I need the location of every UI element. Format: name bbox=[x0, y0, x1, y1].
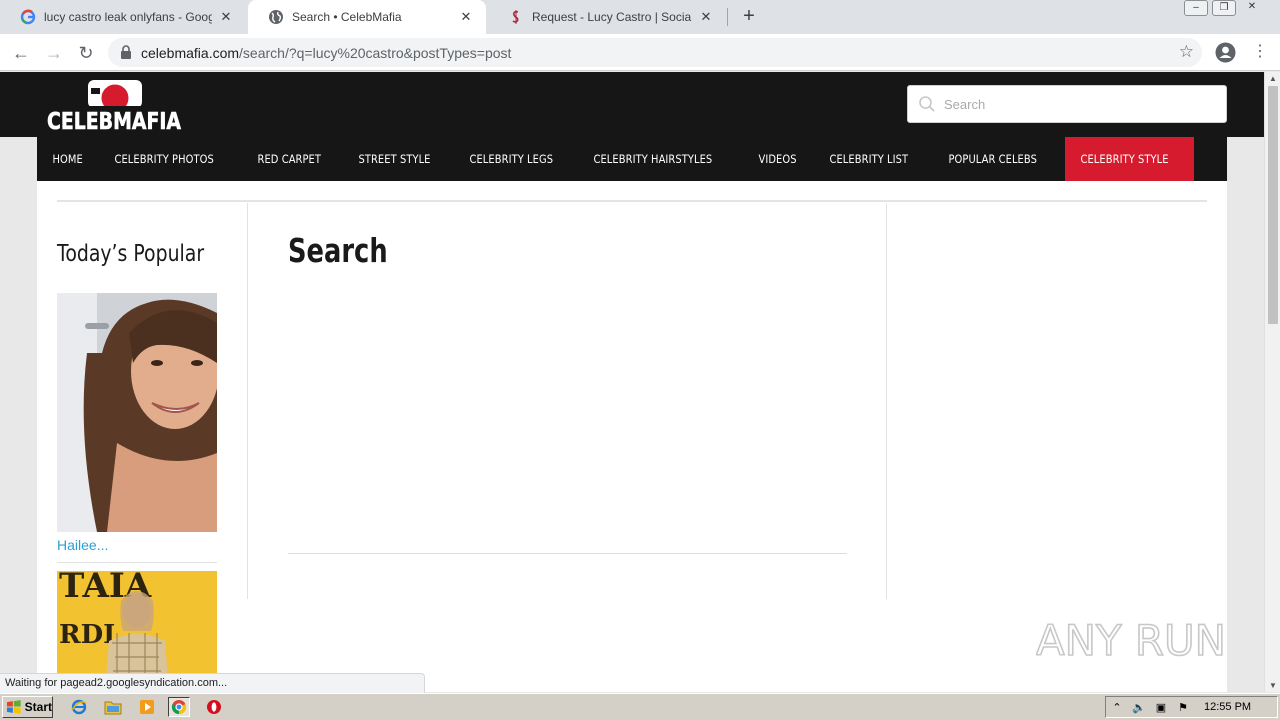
explorer-folder-icon[interactable] bbox=[102, 697, 124, 717]
back-arrow-icon[interactable]: ← bbox=[9, 41, 33, 65]
nav-street-style[interactable]: STREET STYLE bbox=[343, 137, 447, 181]
window-controls: – ❐ ✕ bbox=[1180, 0, 1264, 18]
start-button[interactable]: Start bbox=[2, 696, 53, 718]
minimize-icon[interactable]: – bbox=[1184, 0, 1208, 16]
action-center-flag-icon[interactable]: ⚑ bbox=[1172, 698, 1194, 716]
start-label: Start bbox=[24, 700, 52, 714]
url-path: /search/?q=lucy%20castro&postTypes=post bbox=[239, 45, 512, 61]
address-bar[interactable]: celebmafia.com/search/?q=lucy%20castro&p… bbox=[108, 38, 1202, 67]
reload-icon[interactable]: ↻ bbox=[74, 41, 98, 65]
nav-celebrity-style[interactable]: CELEBRITY STYLE bbox=[1064, 137, 1195, 181]
tab-celebmafia-search[interactable]: Search • CelebMafia ✕ bbox=[248, 0, 486, 34]
tab-google-search[interactable]: lucy castro leak onlyfans - Google Se ✕ bbox=[0, 0, 246, 34]
site-search-box bbox=[907, 85, 1227, 123]
popular-caption-link[interactable]: Hailee... bbox=[57, 537, 108, 553]
nav-celebrity-hairstyles[interactable]: CELEBRITY HAIRSTYLES bbox=[578, 137, 729, 181]
system-tray: ⌃ 🔈 ▣ ⚑ 12:55 PM bbox=[1105, 696, 1278, 718]
tray-expand-icon[interactable]: ⌃ bbox=[1106, 698, 1128, 716]
logo-text: CELEBMAFIA bbox=[47, 109, 181, 135]
sidebar-title: Today’s Popular bbox=[57, 241, 205, 267]
browser-tabstrip: lucy castro leak onlyfans - Google Se ✕ … bbox=[0, 0, 1280, 34]
nav-celebrity-list[interactable]: CELEBRITY LIST bbox=[814, 137, 924, 181]
forward-arrow-icon[interactable]: → bbox=[42, 41, 66, 65]
popular-thumbnail[interactable] bbox=[57, 293, 217, 532]
nav-celebrity-photos[interactable]: CELEBRITY PHOTOS bbox=[99, 137, 230, 181]
watermark-text: ANY RUN bbox=[1036, 616, 1226, 665]
url-host: celebmafia.com bbox=[141, 45, 240, 61]
site-header: CELEBMAFIA bbox=[0, 72, 1264, 137]
anyrun-watermark: ANY RUN bbox=[1036, 615, 1227, 666]
nav-videos[interactable]: VIDEOS bbox=[743, 137, 813, 181]
close-tab-icon[interactable]: ✕ bbox=[458, 9, 474, 25]
browser-toolbar: ← → ↻ celebmafia.com/search/?q=lucy%20ca… bbox=[0, 34, 1280, 71]
nav-popular-celebs[interactable]: POPULAR CELEBS bbox=[933, 137, 1053, 181]
opera-icon[interactable] bbox=[203, 697, 225, 717]
tab-title: lucy castro leak onlyfans - Google Se bbox=[44, 10, 212, 24]
nav-home[interactable]: HOME bbox=[37, 137, 99, 181]
page-title: Search bbox=[288, 231, 388, 270]
scrollbar-thumb[interactable] bbox=[1268, 86, 1278, 324]
tab-divider bbox=[727, 8, 728, 26]
results-divider bbox=[288, 553, 847, 554]
nav-red-carpet[interactable]: RED CARPET bbox=[242, 137, 337, 181]
dollar-icon bbox=[512, 10, 519, 24]
new-tab-button[interactable]: + bbox=[738, 5, 760, 27]
ie-icon[interactable] bbox=[68, 697, 90, 717]
url-text: celebmafia.com/search/?q=lucy%20castro&p… bbox=[141, 45, 511, 61]
celebmafia-logo[interactable]: CELEBMAFIA bbox=[44, 74, 184, 137]
tab-title: Request - Lucy Castro | Social Media bbox=[532, 10, 692, 24]
windows-flag-icon bbox=[6, 700, 21, 714]
page-scrollbar[interactable]: ▲ ▼ bbox=[1264, 72, 1280, 692]
right-column-divider bbox=[886, 203, 887, 599]
close-tab-icon[interactable]: ✕ bbox=[698, 9, 714, 25]
search-icon bbox=[919, 96, 935, 112]
thumbnail-separator bbox=[57, 562, 217, 563]
profile-avatar-icon[interactable] bbox=[1215, 42, 1236, 63]
volume-icon[interactable]: 🔈 bbox=[1128, 698, 1150, 716]
tab-request-lucy-castro[interactable]: Request - Lucy Castro | Social Media ✕ bbox=[488, 0, 726, 34]
globe-icon bbox=[269, 10, 283, 24]
bookmark-star-icon[interactable]: ☆ bbox=[1179, 42, 1194, 62]
nav-celebrity-legs[interactable]: CELEBRITY LEGS bbox=[454, 137, 569, 181]
close-tab-icon[interactable]: ✕ bbox=[218, 9, 234, 25]
network-icon[interactable]: ▣ bbox=[1150, 698, 1172, 716]
lock-icon bbox=[121, 45, 131, 59]
sidebar-divider bbox=[247, 203, 248, 599]
page-viewport: CELEBMAFIA HOME CELEBRITY PHOTOS RED CAR… bbox=[0, 72, 1264, 692]
scroll-up-arrow-icon[interactable]: ▲ bbox=[1268, 74, 1278, 83]
site-search-input[interactable] bbox=[944, 94, 1214, 114]
celebrity-photo bbox=[57, 293, 217, 532]
scroll-down-arrow-icon[interactable]: ▼ bbox=[1268, 681, 1278, 690]
svg-text:RDI: RDI bbox=[59, 620, 115, 650]
main-navigation: HOME CELEBRITY PHOTOS RED CARPET STREET … bbox=[37, 137, 1227, 181]
browser-menu-icon[interactable]: ⋮ bbox=[1252, 41, 1268, 63]
tab-title: Search • CelebMafia bbox=[292, 10, 402, 24]
google-icon bbox=[20, 9, 36, 25]
chrome-icon[interactable] bbox=[168, 697, 190, 717]
taskbar-clock[interactable]: 12:55 PM bbox=[1204, 701, 1251, 713]
restore-icon[interactable]: ❐ bbox=[1212, 0, 1236, 16]
close-window-icon[interactable]: ✕ bbox=[1240, 0, 1264, 16]
media-player-icon[interactable] bbox=[136, 697, 158, 717]
content-top-rule bbox=[57, 200, 1207, 202]
windows-taskbar: Start ⌃ 🔈 ▣ ⚑ 12:55 PM bbox=[0, 693, 1280, 720]
status-bubble: Waiting for pagead2.googlesyndication.co… bbox=[0, 673, 425, 693]
